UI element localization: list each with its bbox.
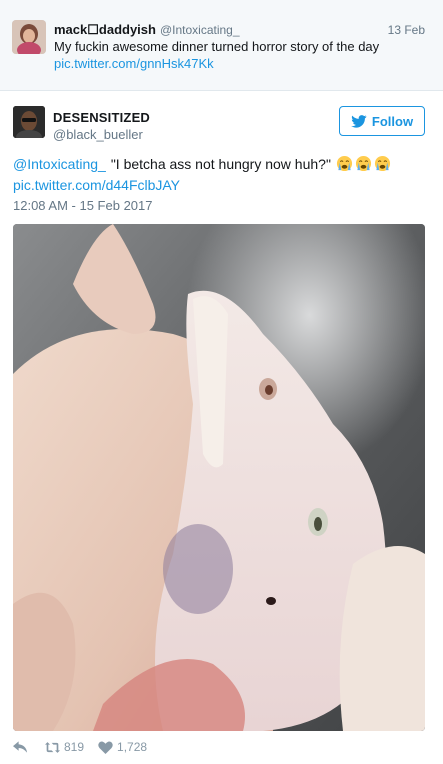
- author-avatar[interactable]: [13, 106, 45, 138]
- author-name[interactable]: DESENSITIZED: [53, 110, 150, 125]
- parent-avatar[interactable]: [12, 20, 46, 54]
- author-handle[interactable]: @black_bueller: [53, 127, 143, 142]
- tweet-pic-link[interactable]: pic.twitter.com/d44FclbJAY: [13, 177, 180, 193]
- parent-author[interactable]: mack☐daddyish @Intoxicating_: [54, 22, 240, 38]
- twitter-bird-icon: [351, 114, 367, 128]
- follow-button[interactable]: Follow: [339, 106, 425, 136]
- retweet-icon: [45, 741, 60, 753]
- parent-date[interactable]: 13 Feb: [388, 23, 425, 37]
- avatar-image: [13, 106, 45, 138]
- parent-author-name[interactable]: mack☐daddyish: [54, 22, 156, 37]
- avatar-image: [12, 20, 46, 54]
- crying-face-emoji-icon: [355, 155, 371, 172]
- tweet-actions: 819 1,728: [13, 738, 147, 756]
- retweet-count: 819: [64, 740, 85, 754]
- tweet-timestamp[interactable]: 12:08 AM - 15 Feb 2017: [13, 198, 152, 213]
- parent-author-handle[interactable]: @Intoxicating_: [160, 23, 240, 37]
- like-count: 1,728: [117, 740, 148, 754]
- heart-icon: [98, 741, 113, 754]
- parent-text: My fuckin awesome dinner turned horror s…: [54, 39, 380, 54]
- tweet-quote-text: "I betcha ass not hungry now huh?": [110, 155, 331, 172]
- tweet-text: @Intoxicating_ "I betcha ass not hungry …: [13, 155, 391, 172]
- mention-link[interactable]: @Intoxicating_: [13, 156, 106, 172]
- follow-label: Follow: [371, 113, 414, 129]
- quoted-tweet[interactable]: mack☐daddyish @Intoxicating_ 13 Feb My fu…: [0, 0, 443, 91]
- parent-pic-link[interactable]: pic.twitter.com/gnnHsk47Kk: [54, 56, 214, 71]
- retweet-button[interactable]: 819: [45, 740, 84, 754]
- crying-face-emoji-icon: [336, 155, 352, 172]
- like-button[interactable]: 1,728: [98, 740, 147, 754]
- reply-button[interactable]: [13, 740, 28, 754]
- reply-icon: [13, 740, 28, 753]
- tweet-photo[interactable]: [13, 224, 425, 731]
- photo-image: [13, 224, 425, 731]
- crying-face-emoji-icon: [374, 155, 390, 172]
